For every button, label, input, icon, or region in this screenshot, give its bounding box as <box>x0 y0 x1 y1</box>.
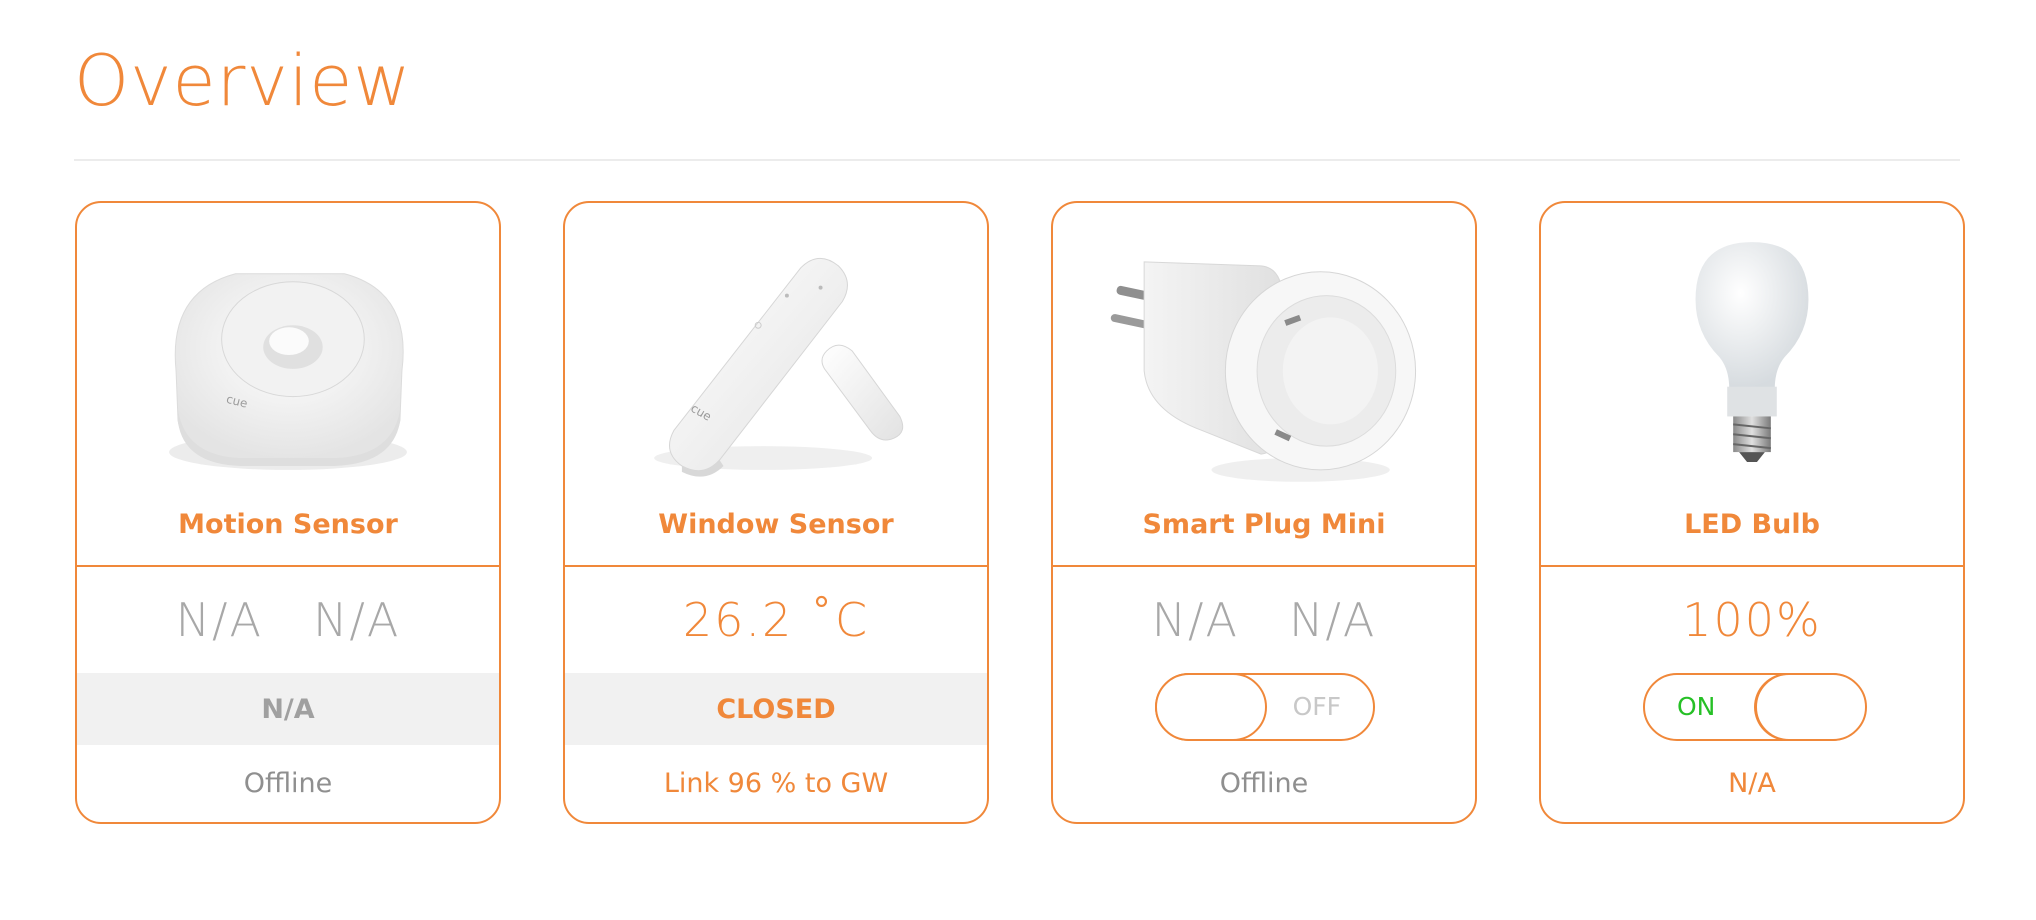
status-badge: CLOSED <box>565 673 987 745</box>
window-sensor-image: cue <box>654 257 904 477</box>
device-card-motion-sensor[interactable]: cue Motion Sensor N/A N/A N/A Offline <box>75 201 501 824</box>
device-name: LED Bulb <box>1684 509 1820 540</box>
card-header: cue Window Sensor <box>565 203 987 567</box>
motion-sensor-image: cue <box>169 273 407 470</box>
card-header: LED Bulb <box>1541 203 1963 567</box>
power-toggle[interactable]: ON <box>1643 673 1867 741</box>
connection-status: Offline <box>243 768 333 799</box>
toggle-knob[interactable] <box>1155 673 1267 741</box>
device-name: Smart Plug Mini <box>1142 509 1386 540</box>
title-divider <box>74 159 1960 161</box>
device-card-window-sensor[interactable]: cue Window Sensor 26.2 ˚C CLOSED Link 96… <box>563 201 989 824</box>
power-toggle[interactable]: OFF <box>1155 673 1375 741</box>
card-header: Smart Plug Mini <box>1053 203 1475 567</box>
connection-status: Link 96 % to GW <box>663 768 889 799</box>
reading-value: N/A <box>175 593 263 647</box>
readings: 100% <box>1541 585 1963 655</box>
readings: 26.2 ˚C <box>565 585 987 655</box>
device-card-smart-plug[interactable]: Smart Plug Mini N/A N/A OFF Offline <box>1051 201 1477 824</box>
reading-value: N/A <box>1289 593 1377 647</box>
connection-status: Offline <box>1219 768 1309 799</box>
connection-status: N/A <box>1728 768 1776 799</box>
readings: N/A N/A <box>77 585 499 655</box>
reading-value: N/A <box>1151 593 1239 647</box>
led-bulb-image <box>1695 242 1809 462</box>
toggle-knob[interactable] <box>1755 673 1867 741</box>
temperature-value: 26.2 ˚C <box>682 593 870 647</box>
status-badge: N/A <box>77 673 499 745</box>
reading-value: N/A <box>313 593 401 647</box>
smart-plug-image <box>1110 261 1417 482</box>
page-title: Overview <box>74 40 412 122</box>
toggle-label: OFF <box>1292 692 1341 721</box>
device-name: Window Sensor <box>658 509 894 540</box>
device-name: Motion Sensor <box>178 509 398 540</box>
device-card-led-bulb[interactable]: LED Bulb 100% ON N/A <box>1539 201 1965 824</box>
card-header: cue Motion Sensor <box>77 203 499 567</box>
toggle-label: ON <box>1677 692 1716 721</box>
brightness-value: 100% <box>1682 593 1822 647</box>
readings: N/A N/A <box>1053 585 1475 655</box>
